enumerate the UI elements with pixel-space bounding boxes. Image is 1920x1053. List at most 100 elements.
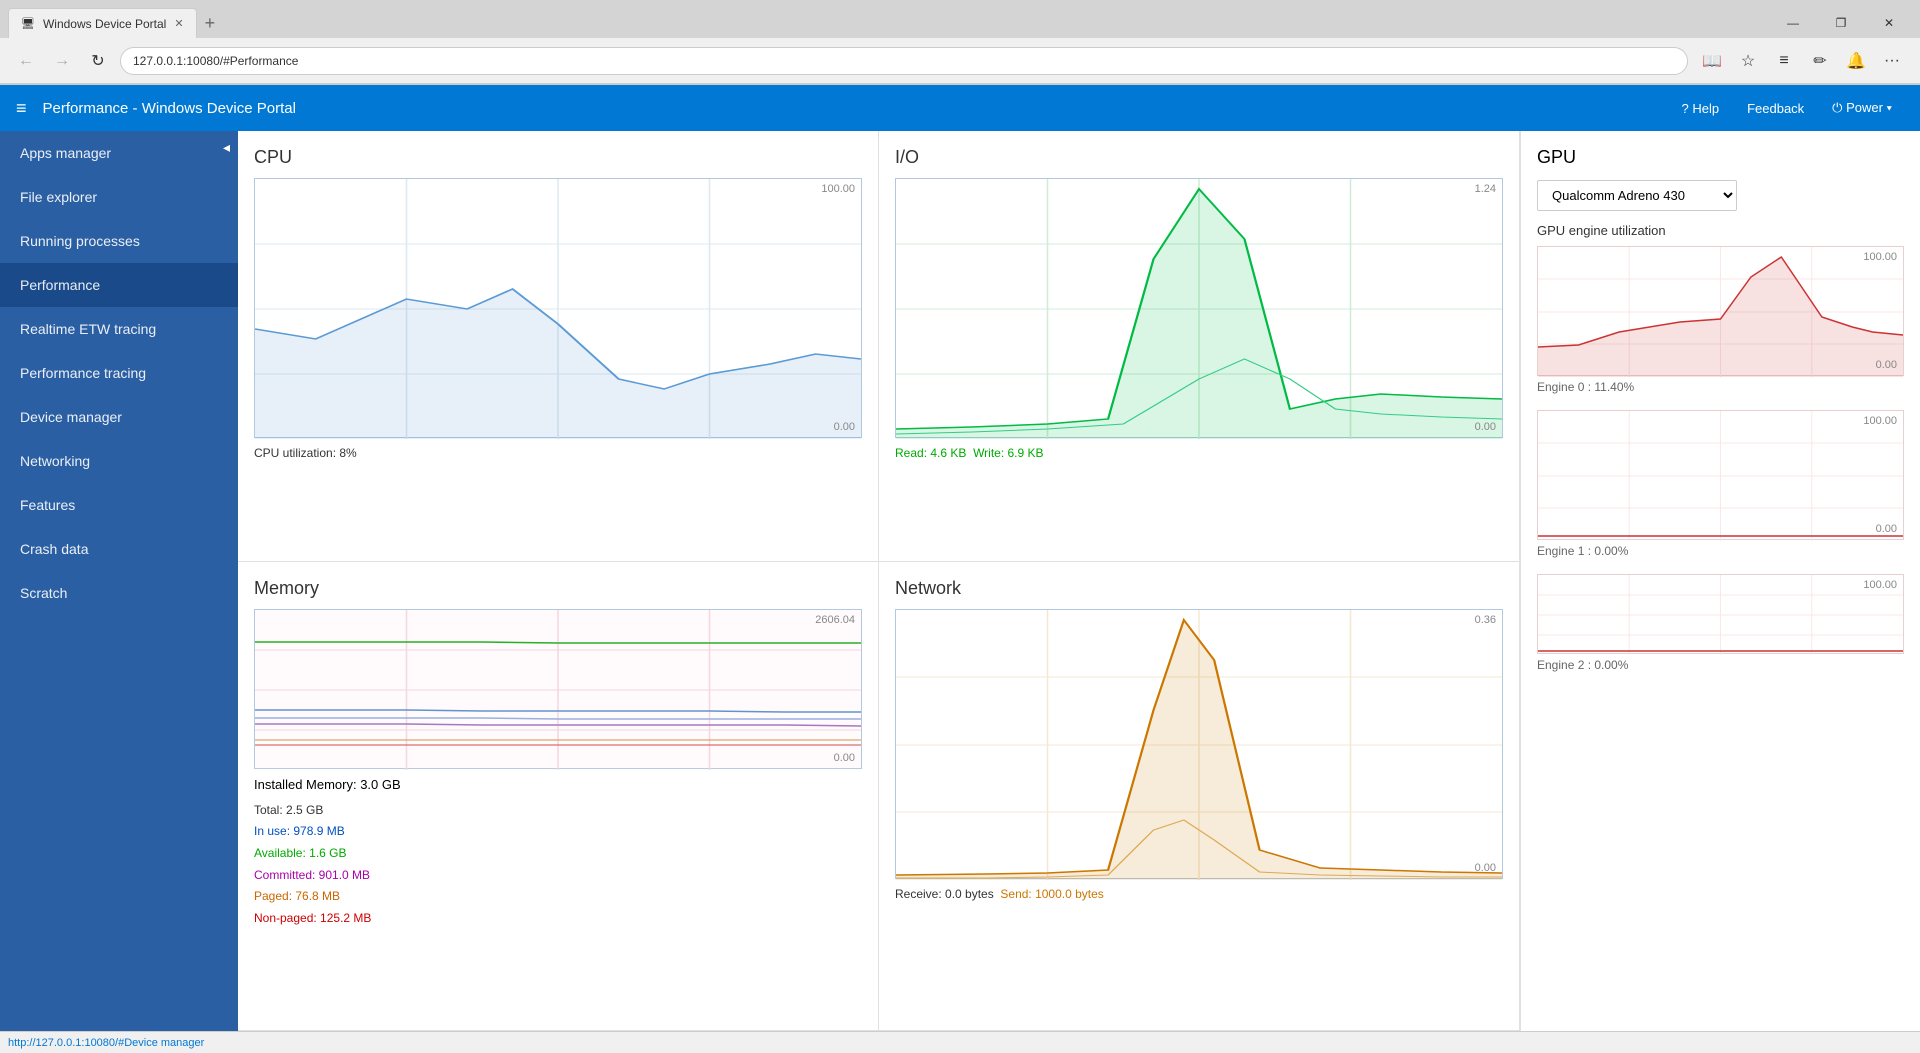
sidebar-item-crash-data[interactable]: Crash data bbox=[0, 527, 238, 571]
notifications-button[interactable]: 🔔 bbox=[1840, 45, 1872, 77]
gpu-engine-1-svg bbox=[1538, 411, 1903, 541]
gpu-engine-1-chart: 100.00 0.00 bbox=[1537, 410, 1904, 540]
sidebar-item-running-processes[interactable]: Running processes bbox=[0, 219, 238, 263]
app-title: Performance - Windows Device Portal bbox=[43, 100, 1654, 117]
network-receive-label: Receive: 0.0 bytes bbox=[895, 887, 994, 901]
sidebar-item-features[interactable]: Features bbox=[0, 483, 238, 527]
content-area: CPU 100.00 0.00 bbox=[238, 131, 1920, 1031]
network-send-label: Send: 1000.0 bytes bbox=[1000, 887, 1103, 901]
web-note-button[interactable]: ✏ bbox=[1804, 45, 1836, 77]
minimize-button[interactable]: — bbox=[1770, 8, 1816, 38]
sidebar-item-realtime-etw[interactable]: Realtime ETW tracing bbox=[0, 307, 238, 351]
tab-close-button[interactable]: ✕ bbox=[174, 17, 183, 30]
gpu-panel: GPU Qualcomm Adreno 430 GPU engine utili… bbox=[1520, 131, 1920, 1031]
mem-nonpaged: Non-paged: 125.2 MB bbox=[254, 908, 862, 930]
gpu-engine-2-chart: 100.00 bbox=[1537, 574, 1904, 654]
memory-max: 2606.04 bbox=[815, 614, 855, 626]
status-url: http://127.0.0.1:10080/#Device manager bbox=[8, 1037, 204, 1049]
gpu-engine-2-label: Engine 2 : 0.00% bbox=[1537, 658, 1904, 672]
more-button[interactable]: ··· bbox=[1876, 45, 1908, 77]
network-panel: Network 0.36 0.00 bbox=[879, 562, 1520, 1031]
sidebar-item-scratch[interactable]: Scratch bbox=[0, 571, 238, 615]
menu-button[interactable]: ≡ bbox=[16, 98, 27, 119]
network-min: 0.00 bbox=[1475, 862, 1496, 874]
tab-favicon: 🖥 bbox=[21, 17, 35, 30]
power-button[interactable]: ⏻ Power ▾ bbox=[1820, 96, 1904, 120]
main-layout: ◂ Apps manager File explorer Running pro… bbox=[0, 131, 1920, 1031]
io-chart-svg bbox=[896, 179, 1502, 439]
sidebar-item-device-manager[interactable]: Device manager bbox=[0, 395, 238, 439]
help-button[interactable]: ? Help bbox=[1670, 96, 1732, 120]
forward-button[interactable]: → bbox=[48, 47, 76, 75]
memory-stats: Total: 2.5 GB In use: 978.9 MB Available… bbox=[254, 800, 862, 930]
io-chart: 1.24 0.00 bbox=[895, 178, 1503, 438]
browser-chrome: 🖥 Windows Device Portal ✕ + — ❐ ✕ ← → ↻ … bbox=[0, 0, 1920, 85]
gpu-engine-2-svg bbox=[1538, 575, 1903, 655]
sidebar-toggle[interactable]: ◂ bbox=[223, 139, 230, 156]
active-tab: 🖥 Windows Device Portal ✕ bbox=[8, 8, 197, 38]
sidebar-item-performance-tracing[interactable]: Performance tracing bbox=[0, 351, 238, 395]
io-title: I/O bbox=[895, 147, 1503, 168]
gpu-engine-1: 100.00 0.00 Engine 1 : 0.00% bbox=[1537, 410, 1904, 558]
cpu-panel: CPU 100.00 0.00 bbox=[238, 131, 879, 562]
sidebar-item-apps-manager[interactable]: Apps manager bbox=[0, 131, 238, 175]
mem-committed: Committed: 901.0 MB bbox=[254, 865, 862, 887]
back-button[interactable]: ← bbox=[12, 47, 40, 75]
header-actions: ? Help Feedback ⏻ Power ▾ bbox=[1670, 96, 1905, 120]
io-label: Read: 4.6 KB Write: 6.9 KB bbox=[895, 446, 1503, 460]
cpu-chart-svg bbox=[255, 179, 861, 439]
memory-chart-svg bbox=[255, 610, 861, 770]
tab-bar: 🖥 Windows Device Portal ✕ + — ❐ ✕ bbox=[0, 0, 1920, 38]
network-chart-svg bbox=[896, 610, 1502, 880]
gpu-engine-utilization-title: GPU engine utilization bbox=[1537, 223, 1904, 238]
close-button[interactable]: ✕ bbox=[1866, 8, 1912, 38]
gpu-engine-2: 100.00 Engine 2 : 0.00% bbox=[1537, 574, 1904, 672]
installed-memory-label: Installed Memory: 3.0 GB bbox=[254, 777, 862, 792]
network-label: Receive: 0.0 bytes Send: 1000.0 bytes bbox=[895, 887, 1503, 901]
gpu-engine-0-svg bbox=[1538, 247, 1903, 377]
reader-mode-button[interactable]: 📖 bbox=[1696, 45, 1728, 77]
app-header: ≡ Performance - Windows Device Portal ? … bbox=[0, 85, 1920, 131]
maximize-button[interactable]: ❐ bbox=[1818, 8, 1864, 38]
gpu-engine-1-max: 100.00 bbox=[1863, 415, 1897, 427]
mem-available: Available: 1.6 GB bbox=[254, 843, 862, 865]
cpu-max: 100.00 bbox=[821, 183, 855, 195]
cpu-title: CPU bbox=[254, 147, 862, 168]
window-controls: — ❐ ✕ bbox=[1770, 8, 1912, 38]
memory-panel: Memory 2606.04 0.00 bbox=[238, 562, 879, 1031]
gpu-engine-0-max: 100.00 bbox=[1863, 251, 1897, 263]
network-title: Network bbox=[895, 578, 1503, 599]
memory-title: Memory bbox=[254, 578, 862, 599]
memory-min: 0.00 bbox=[834, 752, 855, 764]
mem-paged: Paged: 76.8 MB bbox=[254, 886, 862, 908]
cpu-chart: 100.00 0.00 bbox=[254, 178, 862, 438]
gpu-engine-0-chart: 100.00 0.00 bbox=[1537, 246, 1904, 376]
sidebar-item-networking[interactable]: Networking bbox=[0, 439, 238, 483]
performance-main: CPU 100.00 0.00 bbox=[238, 131, 1520, 1031]
memory-chart: 2606.04 0.00 bbox=[254, 609, 862, 769]
sidebar-item-file-explorer[interactable]: File explorer bbox=[0, 175, 238, 219]
sidebar-item-performance[interactable]: Performance bbox=[0, 263, 238, 307]
gpu-title: GPU bbox=[1537, 147, 1904, 168]
feedback-button[interactable]: Feedback bbox=[1735, 96, 1816, 120]
io-min: 0.00 bbox=[1475, 421, 1496, 433]
hub-button[interactable]: ≡ bbox=[1768, 45, 1800, 77]
gpu-selector[interactable]: Qualcomm Adreno 430 bbox=[1537, 180, 1737, 211]
gpu-engine-1-min: 0.00 bbox=[1876, 523, 1897, 535]
address-bar: ← → ↻ 📖 ☆ ≡ ✏ 🔔 ··· bbox=[0, 38, 1920, 84]
url-input[interactable] bbox=[120, 47, 1688, 75]
mem-inuse: In use: 978.9 MB bbox=[254, 821, 862, 843]
refresh-button[interactable]: ↻ bbox=[84, 47, 112, 75]
tab-title: Windows Device Portal bbox=[43, 17, 166, 31]
io-panel: I/O 1.24 0.00 bbox=[879, 131, 1520, 562]
io-read-label: Read: 4.6 KB bbox=[895, 446, 966, 460]
cpu-label: CPU utilization: 8% bbox=[254, 446, 862, 460]
cpu-min: 0.00 bbox=[834, 421, 855, 433]
new-tab-button[interactable]: + bbox=[197, 13, 224, 34]
gpu-engine-1-label: Engine 1 : 0.00% bbox=[1537, 544, 1904, 558]
gpu-engine-2-max: 100.00 bbox=[1863, 579, 1897, 591]
gpu-engine-0: 100.00 0.00 Engine 0 : 11.40% bbox=[1537, 246, 1904, 394]
favorites-button[interactable]: ☆ bbox=[1732, 45, 1764, 77]
network-chart: 0.36 0.00 bbox=[895, 609, 1503, 879]
browser-actions: 📖 ☆ ≡ ✏ 🔔 ··· bbox=[1696, 45, 1908, 77]
